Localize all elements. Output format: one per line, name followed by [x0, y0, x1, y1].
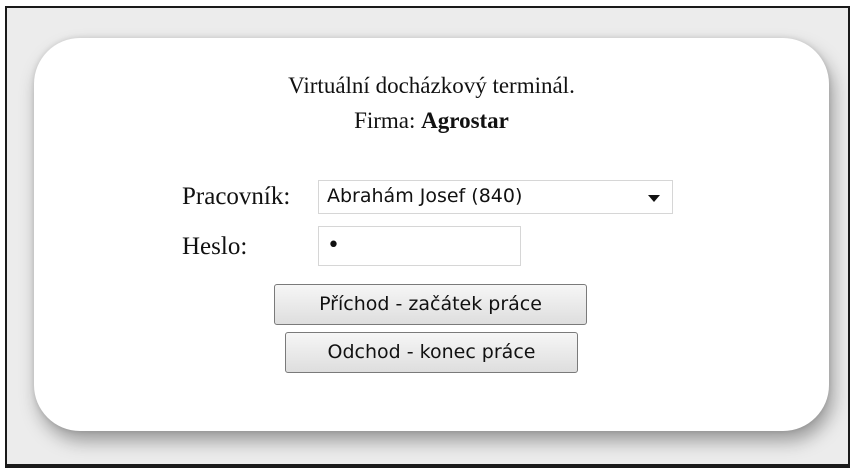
terminal-card: Virtuální docházkový terminál. Firma: Ag… — [34, 38, 829, 431]
employee-selected-value: Abrahám Josef (840) — [327, 185, 523, 207]
employee-label: Pracovník: — [182, 183, 291, 210]
company-line: Firma: Agrostar — [34, 108, 829, 134]
password-label: Heslo: — [182, 233, 248, 260]
password-mask: • — [327, 233, 340, 258]
password-field[interactable]: • — [318, 226, 521, 266]
chevron-down-icon — [648, 195, 660, 202]
arrive-button[interactable]: Příchod - začátek práce — [274, 284, 587, 325]
leave-button[interactable]: Odchod - konec práce — [285, 332, 578, 373]
page-title: Virtuální docházkový terminál. — [288, 73, 575, 98]
company-name: Agrostar — [421, 108, 509, 133]
window-frame: Virtuální docházkový terminál. Firma: Ag… — [5, 6, 850, 468]
company-label: Firma: — [354, 108, 416, 133]
employee-select[interactable]: Abrahám Josef (840) — [318, 180, 673, 214]
